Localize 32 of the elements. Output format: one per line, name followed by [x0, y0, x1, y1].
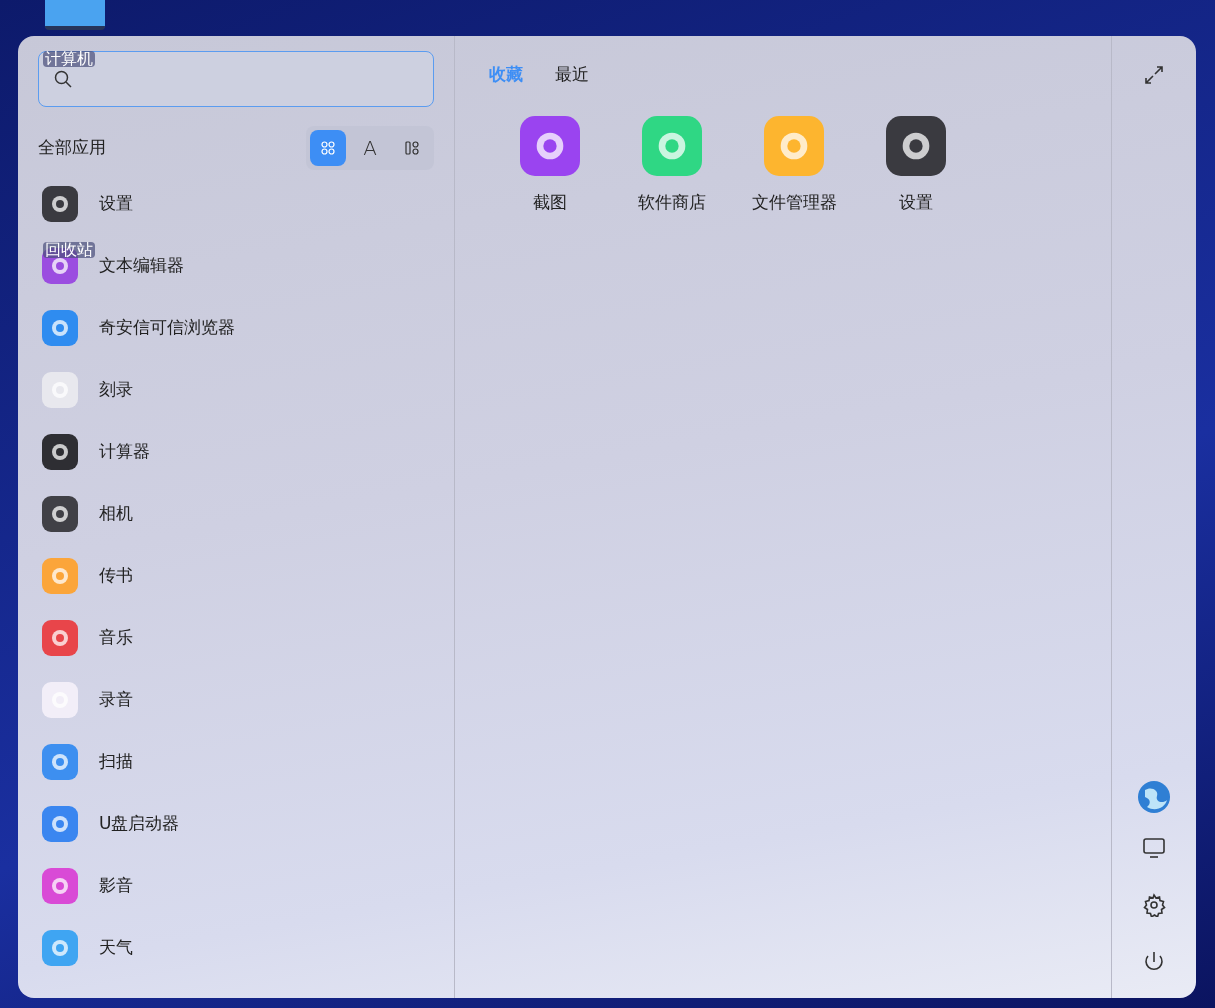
app-name[interactable]: 相机: [99, 501, 133, 527]
search-field[interactable]: [38, 51, 434, 107]
desktop-icon-label: 计算机: [43, 51, 95, 67]
app-name[interactable]: 设置: [99, 191, 133, 217]
app-name[interactable]: 音乐: [99, 625, 133, 651]
app-name[interactable]: 天气: [99, 935, 133, 961]
grid-icon: [321, 141, 335, 155]
app-name[interactable]: 奇安信可信浏览器: [99, 315, 235, 341]
settings-icon[interactable]: [1142, 893, 1166, 917]
expand-icon[interactable]: [1143, 64, 1165, 86]
app-name[interactable]: 录音: [99, 687, 133, 713]
app-name[interactable]: U盘启动器: [99, 811, 180, 837]
app-name[interactable]: 计算器: [99, 439, 150, 465]
globe-icon[interactable]: [1137, 780, 1171, 814]
tab[interactable]: 最近: [555, 62, 589, 88]
app-name[interactable]: 影音: [99, 873, 133, 899]
favorite-app[interactable]: 设置: [855, 115, 977, 215]
app-name[interactable]: 刻录: [99, 377, 133, 403]
search-icon: [53, 69, 73, 89]
view-mode-button[interactable]: [310, 130, 346, 166]
favorite-app[interactable]: 文件管理器: [733, 115, 855, 215]
favorite-app[interactable]: 软件商店: [611, 115, 733, 215]
favorite-app[interactable]: 截图: [489, 115, 611, 215]
app-name[interactable]: 传书: [99, 563, 133, 589]
computer-desktop-icon[interactable]: [45, 0, 105, 30]
desktop-icon-label: 回收站: [43, 242, 95, 258]
monitor-icon[interactable]: [1142, 836, 1166, 860]
section-title: 全部应用: [38, 136, 106, 160]
category-icon: [405, 141, 419, 155]
view-mode-button[interactable]: A: [352, 130, 388, 166]
app-name[interactable]: 文本编辑器: [99, 253, 184, 279]
app-name[interactable]: 扫描: [99, 749, 133, 775]
